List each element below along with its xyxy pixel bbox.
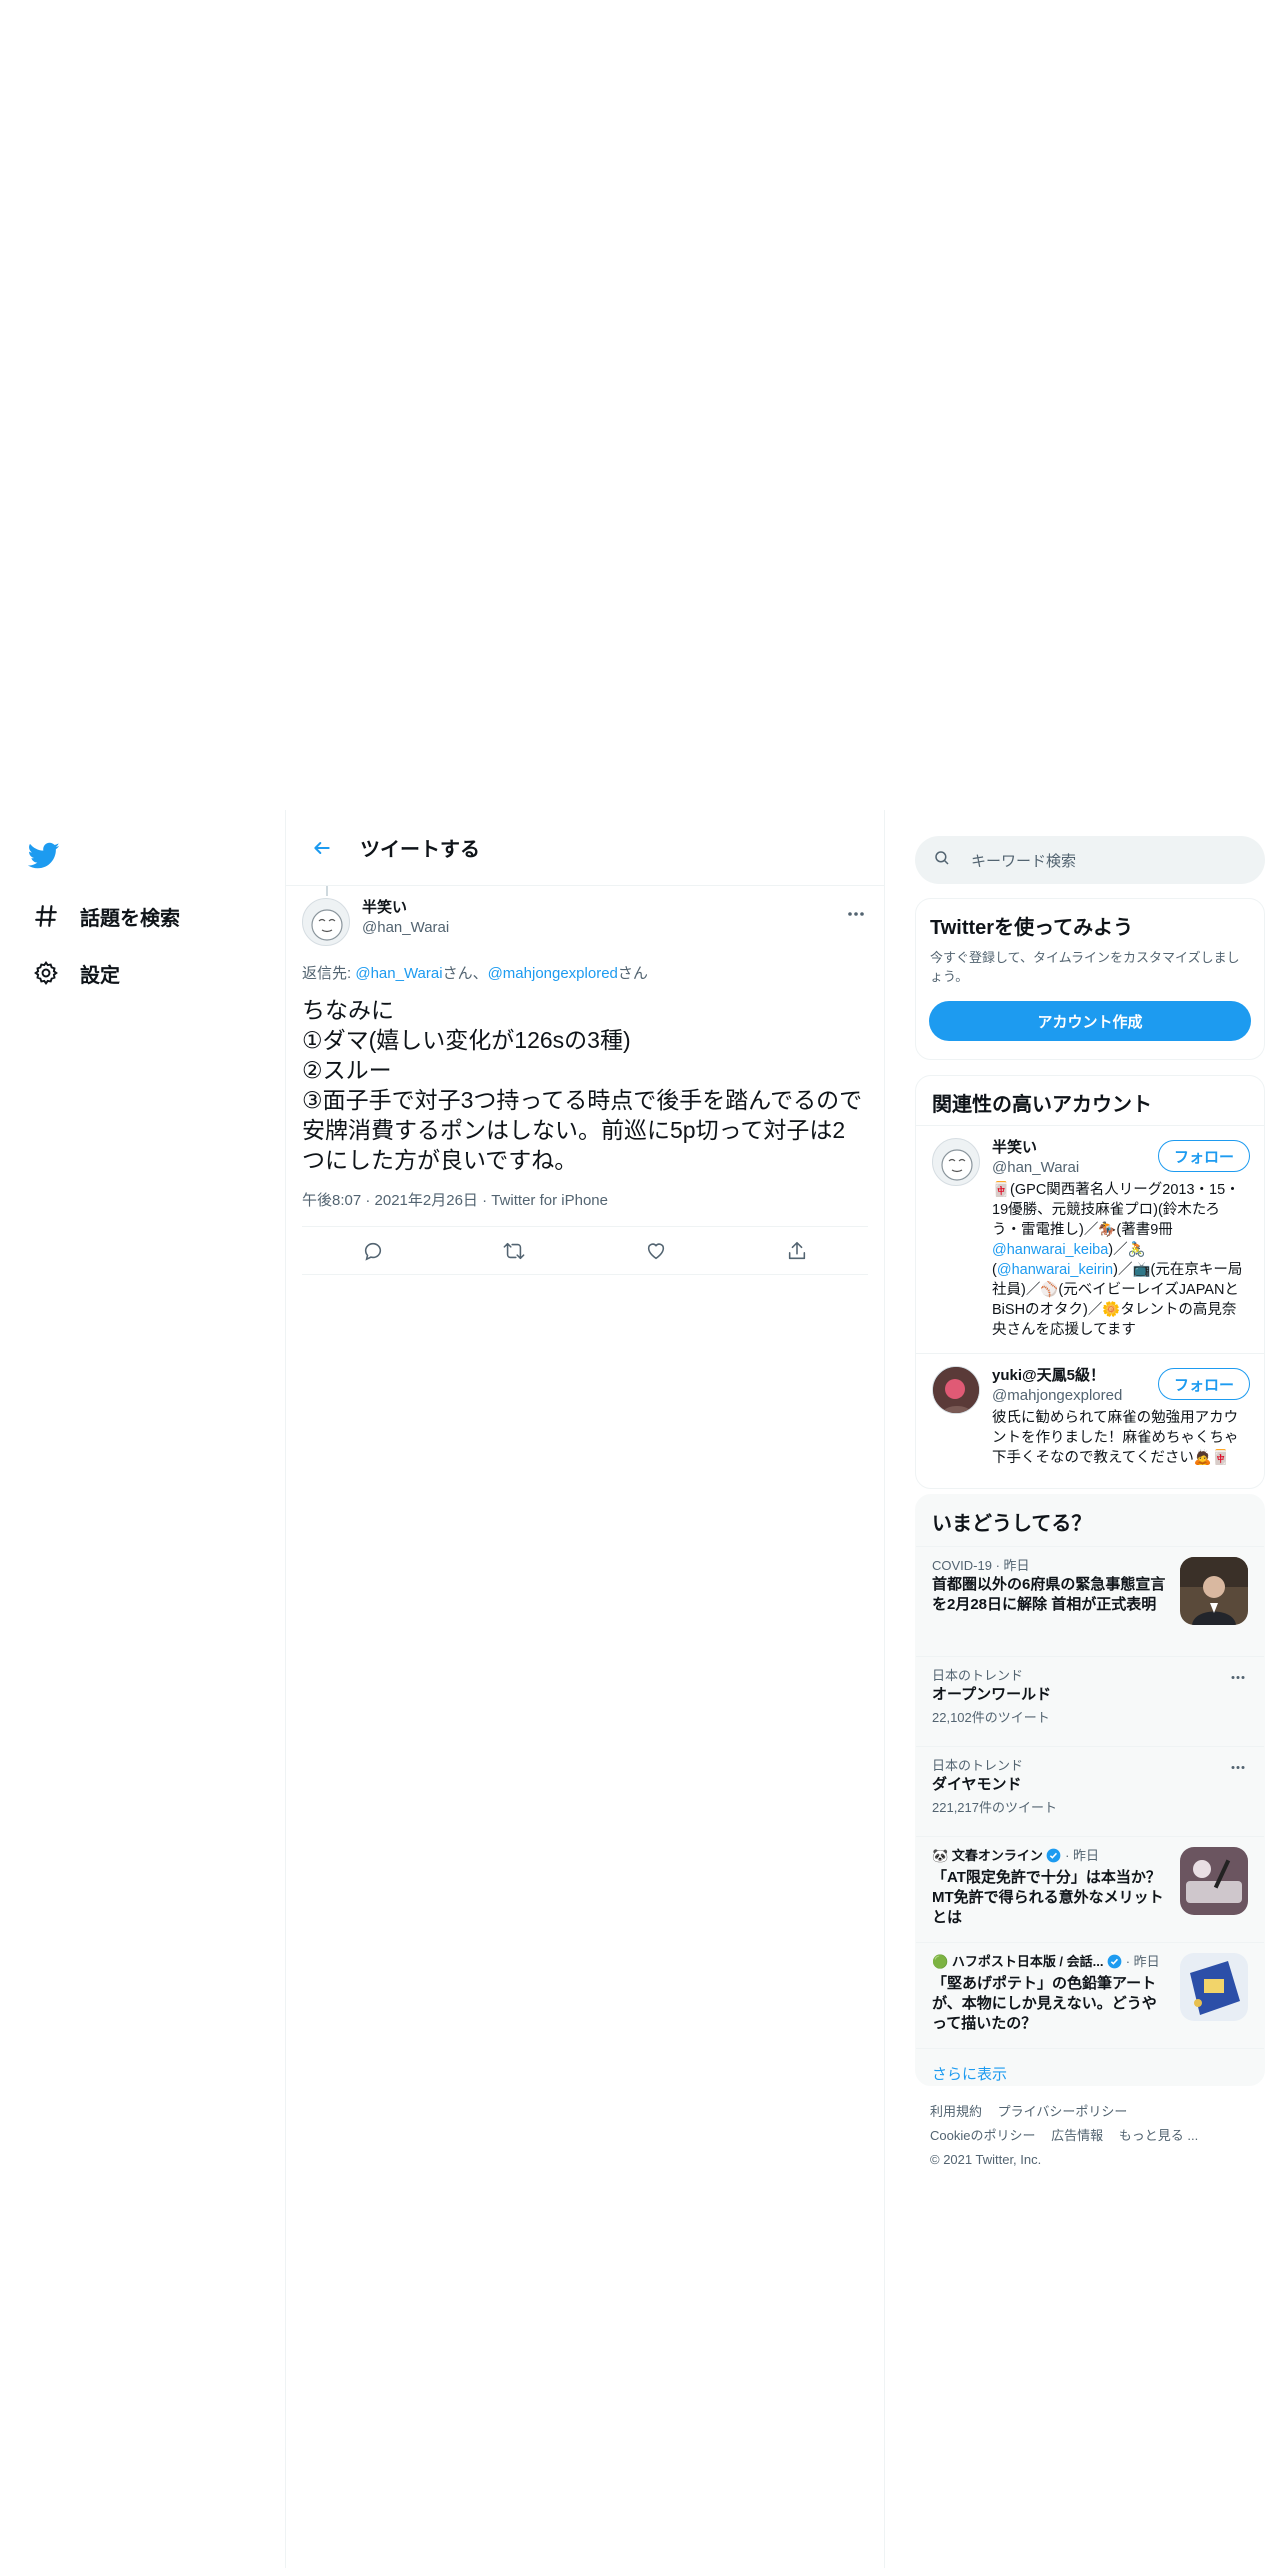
gear-icon	[30, 957, 62, 989]
trend-count: 221,217件のツイート	[932, 1800, 1057, 1815]
create-account-button[interactable]: アカウント作成	[929, 1001, 1251, 1041]
bio-link[interactable]: @hanwarai_keiba	[992, 1242, 1108, 1258]
more-options-icon[interactable]	[1226, 1665, 1250, 1689]
back-arrow-icon[interactable]	[302, 828, 342, 868]
trend-title: オープンワールド	[932, 1686, 1052, 1703]
footer-privacy-link[interactable]: プライバシーポリシー	[998, 2104, 1128, 2119]
more-options-icon[interactable]	[844, 902, 868, 926]
trend-item[interactable]: 日本のトレンド ダイヤモンド 221,217件のツイート	[916, 1747, 1264, 1837]
footer: 利用規約 プライバシーポリシー Cookieのポリシー 広告情報 もっと見る .…	[930, 2100, 1260, 2172]
page-title: ツイートする	[360, 839, 480, 861]
reply-suffix: さん、	[442, 965, 488, 982]
hashtag-icon	[30, 900, 62, 932]
user-bio: 🀄(GPC関西著名人リーグ2013・15・19優勝、元競技麻雀プロ)(鈴木たろう…	[992, 1180, 1248, 1340]
retweet-icon[interactable]	[497, 1234, 531, 1268]
author-name[interactable]: 半笑い	[362, 898, 449, 918]
source-logo-icon: 🐼	[932, 1848, 952, 1863]
user-bio: 彼氏に勧められて麻雀の勉強用アカウントを作りました！麻雀めちゃくちゃ下手くそなの…	[992, 1410, 1239, 1466]
search-input[interactable]: キーワード検索	[915, 836, 1265, 884]
verified-badge-icon	[1046, 1848, 1061, 1868]
trend-title: ダイヤモンド	[932, 1776, 1022, 1793]
nav-explore-label: 話題を検索	[80, 907, 180, 930]
tweet-text: ちなみに ①ダマ(嬉しい変化が126sの3種) ②スルー ③面子手で対子3つ持っ…	[302, 997, 863, 1173]
verified-badge-icon	[1107, 1954, 1122, 1974]
like-heart-icon[interactable]	[639, 1234, 673, 1268]
trend-context: 日本のトレンド	[932, 1758, 1024, 1773]
avatar[interactable]	[932, 1138, 980, 1186]
trend-item[interactable]: COVID-19 · 昨日 首都圏以外の6府県の緊急事態宣言を2月28日に解除 …	[916, 1547, 1264, 1657]
thread-line	[326, 886, 328, 896]
footer-ads-link[interactable]: 広告情報	[1051, 2128, 1103, 2143]
trend-context: 日本のトレンド	[932, 1668, 1024, 1683]
more-options-icon[interactable]	[1226, 1755, 1250, 1779]
source-name: 文春オンライン	[951, 1848, 1043, 1863]
trend-item[interactable]: 🟢 ハフポスト日本版 / 会話... · 昨日 「堅あげポテト」の色鉛筆アートが…	[916, 1943, 1264, 2049]
nav-settings-label: 設定	[80, 964, 120, 987]
follow-button[interactable]: フォロー	[1158, 1368, 1250, 1400]
main-column: ツイートする 半笑い @han_Warai 返信先: @han_Waraiさん、…	[285, 810, 885, 2568]
source-name: ハフポスト日本版 / 会話...	[951, 1954, 1104, 1969]
trend-item[interactable]: 日本のトレンド オープンワールド 22,102件のツイート	[916, 1657, 1264, 1747]
user-cell[interactable]: yuki@天鳳5級！ @mahjongexplored 彼氏に勧められて麻雀の勉…	[916, 1354, 1264, 1480]
user-cell[interactable]: 半笑い @han_Warai 🀄(GPC関西著名人リーグ2013・15・19優勝…	[916, 1126, 1264, 1354]
reply-suffix: さん	[617, 965, 648, 982]
bio-text: 🀄(GPC関西著名人リーグ2013・15・19優勝、元競技麻雀プロ)(鈴木たろう…	[992, 1182, 1240, 1238]
reply-prefix: 返信先:	[302, 965, 356, 982]
nav-settings[interactable]: 設定	[30, 953, 120, 993]
tweet: 半笑い @han_Warai 返信先: @han_Waraiさん、@mahjon…	[286, 886, 884, 1275]
search-icon	[933, 849, 951, 872]
nav-explore[interactable]: 話題を検索	[30, 896, 180, 936]
news-thumbnail	[1180, 1557, 1248, 1625]
who-to-follow-title: 関連性の高いアカウント	[916, 1076, 1264, 1126]
copyright: © 2021 Twitter, Inc.	[930, 2152, 1042, 2167]
tweet-header: 半笑い @han_Warai	[302, 886, 868, 954]
reply-user-link[interactable]: @han_Warai	[355, 965, 442, 982]
bio-link[interactable]: @hanwarai_keirin	[997, 1262, 1113, 1278]
follow-button[interactable]: フォロー	[1158, 1140, 1250, 1172]
avatar[interactable]	[932, 1366, 980, 1414]
signup-title: Twitterを使ってみよう	[930, 917, 1134, 939]
search-placeholder: キーワード検索	[971, 852, 1077, 870]
tweet-timestamp[interactable]: 午後8:07 · 2021年2月26日 · Twitter for iPhone	[302, 1189, 868, 1227]
footer-more-link[interactable]: もっと見る ...	[1119, 2128, 1198, 2143]
news-thumbnail	[1180, 1953, 1248, 2021]
avatar[interactable]	[302, 898, 350, 946]
reply-icon[interactable]	[356, 1234, 390, 1268]
trends-title: いまどうしてる？	[916, 1495, 1264, 1547]
reply-user-link[interactable]: @mahjongexplored	[488, 965, 618, 982]
news-thumbnail	[1180, 1847, 1248, 1915]
twitter-logo-icon[interactable]	[27, 842, 64, 872]
main-header: ツイートする	[286, 810, 884, 886]
news-time: · 昨日	[1122, 1954, 1160, 1969]
trends-card: いまどうしてる？ COVID-19 · 昨日 首都圏以外の6府県の緊急事態宣言を…	[915, 1494, 1265, 2086]
trend-item[interactable]: 🐼 文春オンライン · 昨日 「AT限定免許で十分」は本当か？ MT免許で得られ…	[916, 1837, 1264, 1943]
signup-card: Twitterを使ってみよう 今すぐ登録して、タイムラインをカスタマイズしましょ…	[915, 898, 1265, 1060]
tweet-actions	[302, 1227, 868, 1275]
share-icon[interactable]	[780, 1234, 814, 1268]
footer-terms-link[interactable]: 利用規約	[930, 2104, 982, 2119]
source-logo-icon: 🟢	[932, 1954, 952, 1969]
who-to-follow-card: 関連性の高いアカウント 半笑い @han_Warai 🀄(GPC関西著名人リーグ…	[915, 1075, 1265, 1489]
author-handle[interactable]: @han_Warai	[362, 918, 449, 938]
signup-description: 今すぐ登録して、タイムラインをカスタマイズしましょう。	[930, 950, 1240, 984]
trend-count: 22,102件のツイート	[932, 1710, 1050, 1725]
footer-cookie-link[interactable]: Cookieのポリシー	[930, 2128, 1035, 2143]
show-more-link[interactable]: さらに表示	[916, 2049, 1264, 2085]
news-time: · 昨日	[1061, 1848, 1100, 1863]
reply-to: 返信先: @han_Waraiさん、@mahjongexploredさん	[302, 962, 868, 983]
